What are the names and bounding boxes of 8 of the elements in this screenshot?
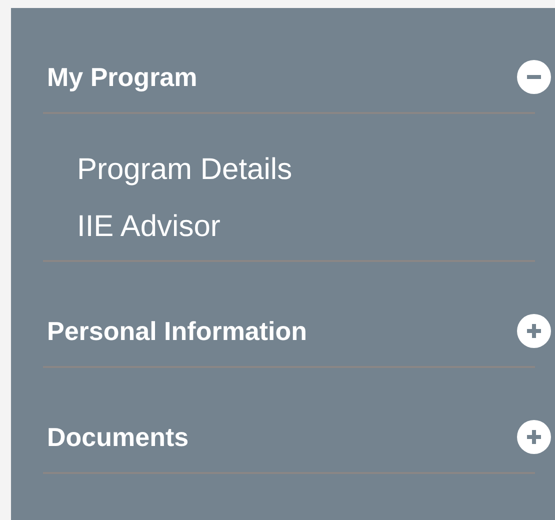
section-title[interactable]: My Program bbox=[47, 60, 198, 94]
expand-icon[interactable] bbox=[517, 314, 551, 348]
section-title[interactable]: Personal Information bbox=[47, 314, 308, 348]
collapse-icon[interactable] bbox=[517, 60, 551, 94]
sidebar-link[interactable]: IIE Advisor bbox=[77, 198, 220, 255]
section-title[interactable]: Documents bbox=[47, 420, 189, 454]
sidebar-link[interactable]: Program Details bbox=[77, 141, 292, 198]
expand-icon[interactable] bbox=[517, 420, 551, 454]
